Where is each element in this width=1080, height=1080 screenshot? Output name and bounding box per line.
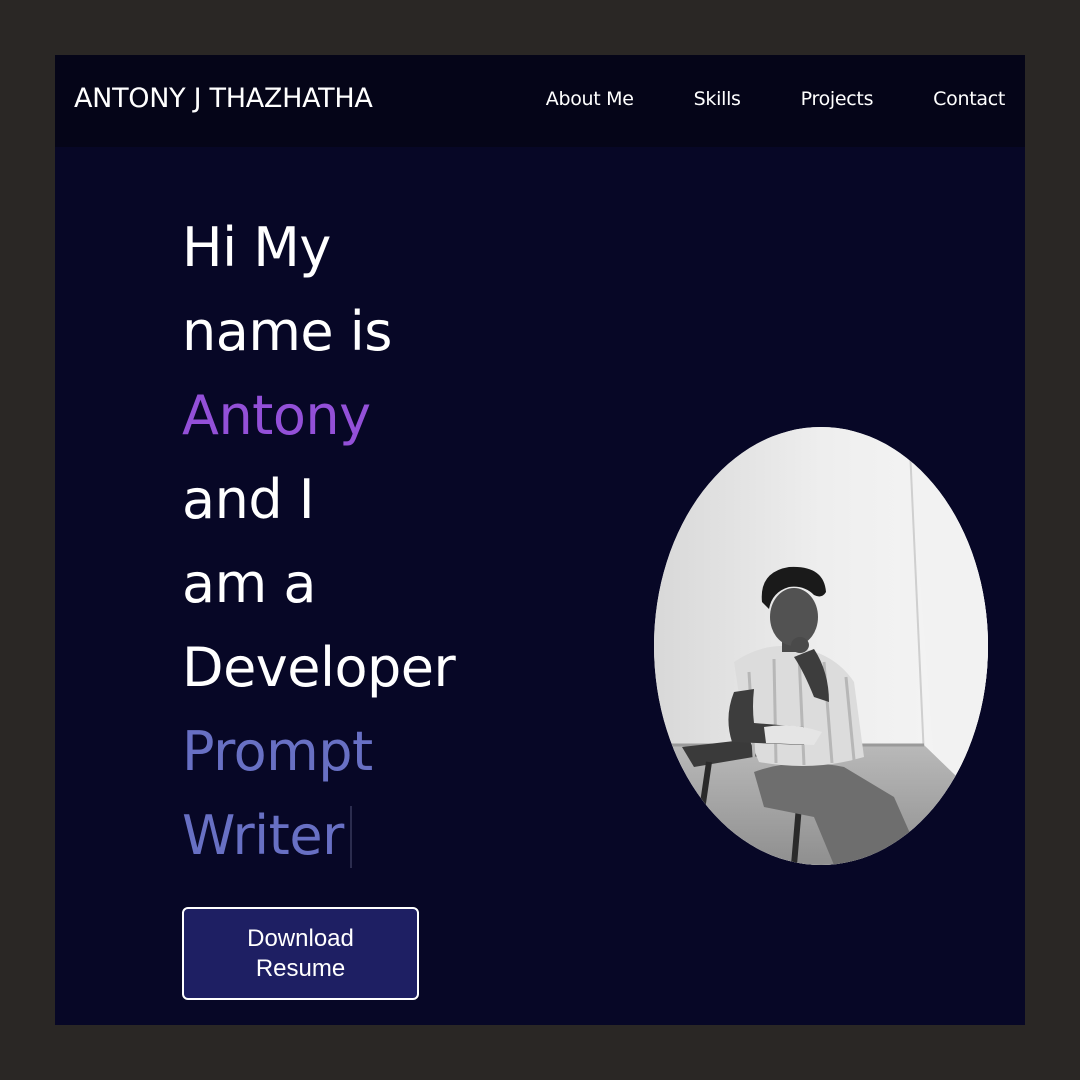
profile-photo: [654, 427, 988, 865]
nav-links: About Me Skills Projects Contact: [546, 88, 1006, 110]
typing-cursor: [349, 806, 352, 868]
nav-about-me[interactable]: About Me: [546, 88, 634, 110]
hero-line-am-a: am a: [182, 552, 316, 615]
hero-line-and: and I: [182, 468, 315, 531]
hero-typed-role-text: Writer: [182, 804, 344, 867]
navbar: ANTONY J THAZHATHA About Me Skills Proje…: [55, 55, 1025, 147]
site-frame: ANTONY J THAZHATHA About Me Skills Proje…: [55, 55, 1025, 1025]
download-resume-button[interactable]: Download Resume: [182, 907, 419, 1000]
nav-contact[interactable]: Contact: [933, 88, 1005, 110]
hero-line-developer: Developer: [182, 636, 456, 699]
hero-line-greeting: Hi My: [182, 216, 331, 279]
hero-line-name-intro: name is: [182, 300, 392, 363]
hero-typed-role-line-1: Prompt: [182, 720, 373, 783]
hero-heading: Hi My name is Antony and I am a Develope…: [182, 206, 542, 878]
profile-photo-illustration: [654, 427, 988, 865]
nav-skills[interactable]: Skills: [694, 88, 741, 110]
hero-name: Antony: [182, 384, 371, 447]
hero-typed-role-line-2: Writer: [182, 794, 542, 878]
brand-logo-text[interactable]: ANTONY J THAZHATHA: [74, 83, 373, 114]
nav-projects[interactable]: Projects: [801, 88, 874, 110]
